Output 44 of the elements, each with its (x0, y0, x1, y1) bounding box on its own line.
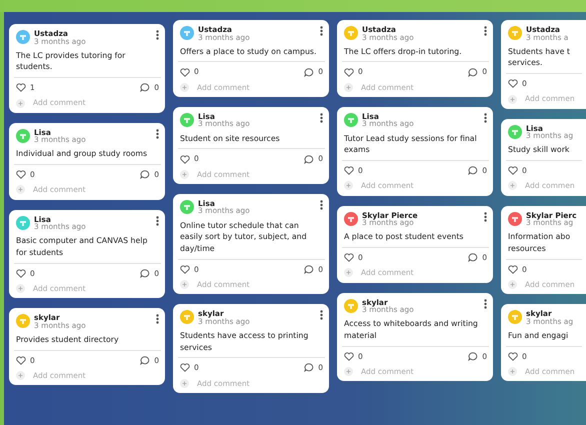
plus-icon (344, 367, 353, 376)
plus-icon (344, 268, 353, 278)
heart-icon (344, 352, 354, 361)
heart-icon (508, 264, 518, 274)
plus-icon (180, 378, 189, 388)
heart-icon (344, 166, 354, 176)
comment-icon (468, 352, 478, 361)
plus-icon (508, 181, 517, 190)
comment-icon (140, 170, 150, 180)
comment-icon (140, 268, 150, 278)
heart-icon (508, 79, 518, 88)
heart-icon (180, 264, 190, 274)
comment-icon (468, 253, 478, 262)
plus-icon (508, 367, 517, 376)
plus-icon (180, 170, 189, 179)
comment-icon (140, 83, 150, 92)
plus-icon (344, 82, 353, 92)
comment-icon (304, 154, 314, 164)
heart-icon (180, 154, 190, 164)
heart-icon (16, 356, 26, 365)
plus-icon (16, 371, 25, 380)
plus-icon (180, 280, 189, 290)
comment-icon (468, 166, 478, 176)
comment-icon (468, 68, 478, 77)
heart-icon (344, 253, 354, 262)
comment-icon (304, 363, 314, 372)
plus-icon (16, 185, 25, 194)
plus-icon (508, 280, 517, 290)
heart-icon (180, 68, 190, 77)
comment-icon (304, 68, 314, 77)
plus-icon (16, 98, 25, 108)
comment-icon (140, 356, 150, 365)
plus-icon (180, 82, 189, 92)
heart-icon (508, 166, 518, 176)
plus-icon (344, 181, 353, 190)
heart-icon (16, 83, 26, 92)
heart-icon (16, 268, 26, 278)
comment-icon (304, 264, 314, 274)
plus-icon (508, 94, 517, 104)
heart-icon (344, 68, 354, 77)
heart-icon (16, 170, 26, 180)
plus-icon (16, 284, 25, 294)
heart-icon (508, 352, 518, 361)
heart-icon (180, 363, 190, 372)
